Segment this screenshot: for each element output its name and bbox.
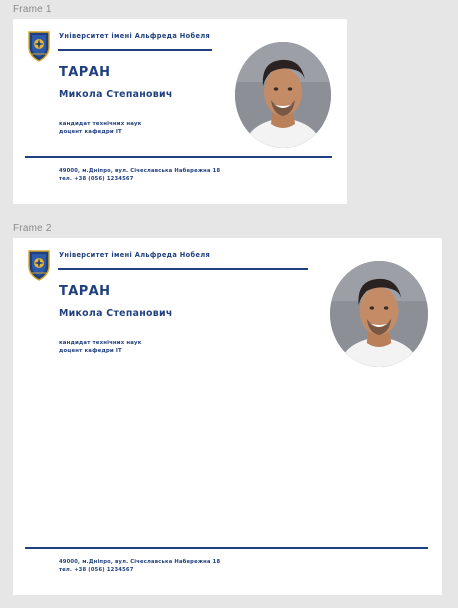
portrait-photo — [330, 261, 428, 367]
position-title: доцент кафедри ІТ — [59, 348, 122, 354]
position-title: доцент кафедри ІТ — [59, 129, 122, 135]
university-name: Університет імені Альфреда Нобеля — [59, 251, 211, 259]
frame-label-1[interactable]: Frame 1 — [13, 4, 52, 15]
university-crest-icon — [26, 30, 52, 62]
university-crest-icon — [26, 249, 52, 281]
header-rule — [58, 49, 212, 51]
university-name: Університет імені Альфреда Нобеля — [59, 32, 211, 40]
phone: тел. +38 (056) 1234567 — [59, 567, 134, 573]
address: 49000, м.Дніпро, вул. Січеславська Набер… — [59, 559, 221, 565]
academic-degree: кандидат технічних наук — [59, 340, 142, 346]
surname: ТАРАН — [59, 65, 111, 80]
footer-rule — [25, 547, 428, 549]
header-rule — [58, 268, 308, 270]
given-names: Микола Степанович — [59, 308, 173, 319]
address: 49000, м.Дніпро, вул. Січеславська Набер… — [59, 168, 221, 174]
frame-2[interactable]: Університет імені Альфреда Нобеля ТАРАН … — [13, 238, 442, 595]
phone: тел. +38 (056) 1234567 — [59, 176, 134, 182]
surname: ТАРАН — [59, 284, 111, 299]
academic-degree: кандидат технічних наук — [59, 121, 142, 127]
given-names: Микола Степанович — [59, 89, 173, 100]
footer-rule — [25, 156, 332, 158]
frame-label-2[interactable]: Frame 2 — [13, 223, 52, 234]
frame-1[interactable]: Університет імені Альфреда Нобеля ТАРАН … — [13, 19, 347, 204]
portrait-photo — [235, 42, 331, 148]
